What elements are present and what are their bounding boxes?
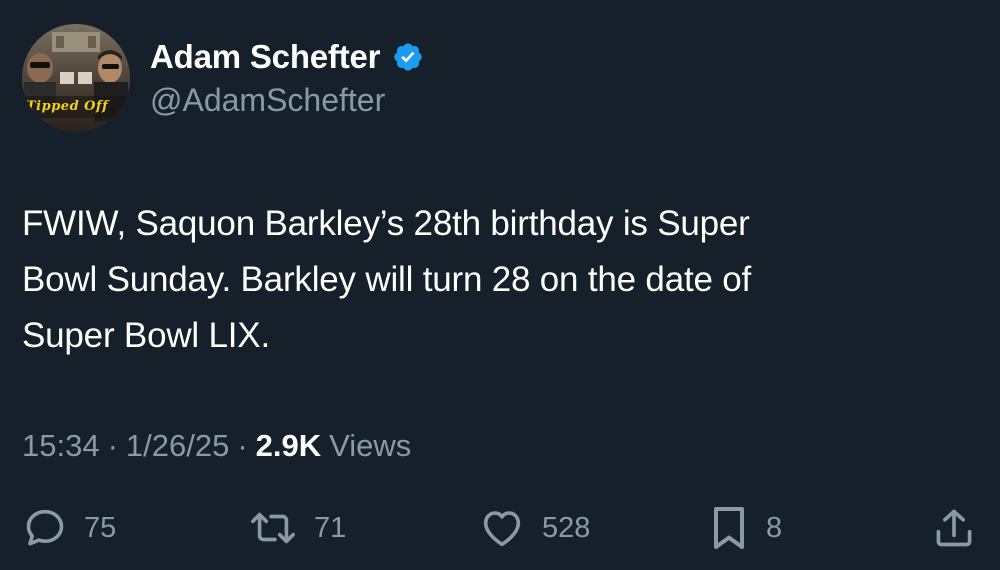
views-label: Views (329, 428, 412, 463)
action-bar: 75 71 528 8 (0, 500, 1000, 556)
tweet-card: Tipped Off Adam Schefter @AdamSchefter F… (0, 0, 1000, 570)
avatar[interactable]: Tipped Off (22, 24, 130, 132)
share-icon (932, 505, 976, 551)
avatar-logo-text: Tipped Off (26, 99, 109, 114)
like-count: 528 (542, 511, 591, 544)
meta-separator: · (237, 428, 248, 463)
bookmark-button[interactable]: 8 (708, 500, 782, 556)
meta-separator: · (107, 428, 118, 463)
repost-count: 71 (314, 511, 347, 544)
bookmark-count: 8 (766, 511, 783, 544)
tweet-time[interactable]: 15:34 (22, 428, 100, 464)
like-button[interactable]: 528 (478, 500, 590, 556)
display-name[interactable]: Adam Schefter (150, 38, 381, 76)
verified-badge-icon (392, 41, 424, 73)
avatar-image (22, 24, 130, 132)
views-count[interactable]: 2.9K (256, 428, 321, 464)
reply-button[interactable]: 75 (22, 500, 116, 556)
tweet-date[interactable]: 1/26/25 (126, 428, 229, 464)
handle[interactable]: @AdamSchefter (150, 82, 385, 119)
tweet-text: FWIW, Saquon Barkley’s 28th birthday is … (22, 204, 752, 355)
tweet-meta: 15:34 · 1/26/25 · 2.9K Views (22, 424, 411, 468)
reply-icon (22, 505, 68, 551)
author-row: Adam Schefter (150, 36, 424, 78)
bookmark-icon (708, 504, 750, 552)
repost-icon (248, 505, 298, 551)
heart-icon (478, 505, 526, 551)
repost-button[interactable]: 71 (248, 500, 346, 556)
reply-count: 75 (84, 511, 117, 544)
share-button[interactable] (932, 500, 976, 556)
